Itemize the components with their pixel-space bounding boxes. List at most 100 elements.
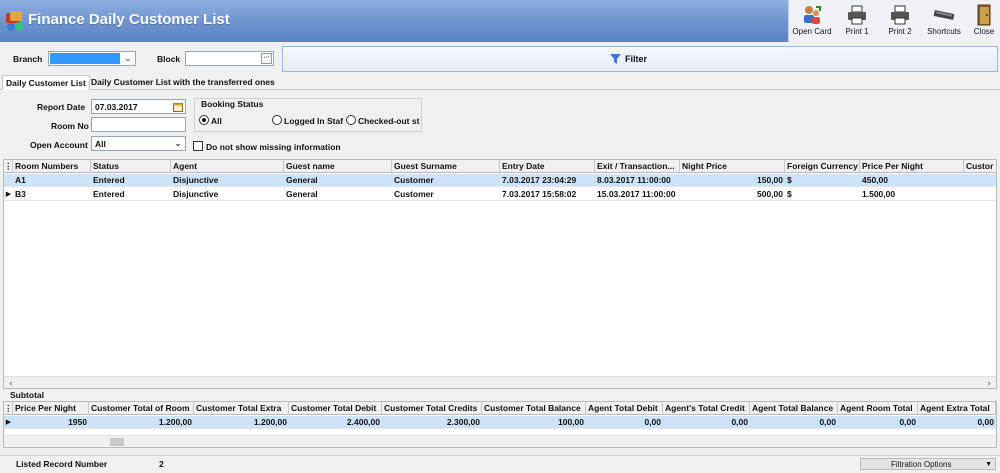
print-1-button[interactable]: Print 1 [837, 2, 877, 40]
radio-logged-in-label: Logged In Staf [284, 116, 344, 126]
cell-status: Entered [93, 189, 125, 199]
sub-cell-customer-total-credits: 2.300,00 [446, 417, 480, 427]
col-price-per-night[interactable]: Price Per Night [860, 160, 964, 173]
sub-cell-price-per-night: 1950 [68, 417, 87, 427]
report-date-input[interactable]: 07.03.2017 [91, 99, 186, 114]
col-agent[interactable]: Agent [171, 160, 284, 173]
sub-cell-customer-total-room: 1.200,00 [158, 417, 192, 427]
cell-guest-surname: Customer [394, 175, 434, 185]
radio-checked-out[interactable] [346, 115, 356, 125]
radio-all[interactable] [199, 115, 209, 125]
block-label: Block [157, 54, 181, 64]
subtotal-title: Subtotal [10, 390, 44, 400]
cell-entry-date: 7.03.2017 23:04:29 [502, 175, 577, 185]
col-sub-customer-total-room[interactable]: Customer Total of Room [89, 402, 194, 415]
row-pointer-icon: ▶ [5, 191, 12, 198]
calendar-icon[interactable] [173, 102, 183, 112]
branch-dropdown[interactable]: ⌄ [48, 51, 136, 66]
col-guest-name[interactable]: Guest name [284, 160, 392, 173]
room-no-label: Room No [51, 121, 89, 131]
sub-cell-customer-total-debit: 2.400,00 [346, 417, 380, 427]
open-account-dropdown[interactable]: All ⌄ [91, 136, 186, 151]
col-sub-customer-total-extra[interactable]: Customer Total Extra [194, 402, 289, 415]
grid-header: ⋮ Room Numbers Status Agent Guest name G… [4, 160, 996, 173]
missing-info-checkbox[interactable] [193, 141, 203, 151]
col-sub-agent-total-balance[interactable]: Agent Total Balance [750, 402, 838, 415]
customer-grid[interactable]: ⋮ Room Numbers Status Agent Guest name G… [3, 159, 997, 389]
cell-price-per-night: 1.500,00 [862, 189, 896, 199]
toolbar: Open Card Print 1 Print 2 Shortcuts Clos… [788, 0, 1000, 42]
print-2-button[interactable]: Print 2 [880, 2, 920, 40]
open-card-label: Open Card [792, 27, 832, 36]
table-row[interactable]: ▶ B3 Entered Disjunctive General Custome… [4, 188, 996, 201]
tab-daily-customer-list[interactable]: Daily Customer List [2, 75, 90, 90]
chevron-down-icon[interactable]: ⌄ [171, 137, 185, 150]
filtration-options-label: Filtration Options [891, 460, 952, 469]
open-account-label: Open Account [30, 140, 88, 150]
open-card-button[interactable]: Open Card [791, 2, 833, 40]
listed-record-label: Listed Record Number [16, 459, 108, 469]
col-sub-agent-total-credit[interactable]: Agent's Total Credit [663, 402, 750, 415]
sub-cell-customer-total-balance: 100,00 [558, 417, 584, 427]
subtotal-horizontal-scrollbar[interactable] [4, 435, 996, 447]
app-logo-icon [4, 9, 26, 33]
tab-daily-customer-list-transferred[interactable]: Daily Customer List with the transferred… [88, 75, 278, 90]
chevron-down-icon[interactable]: ⌄ [121, 52, 135, 65]
cell-price-per-night: 450,00 [862, 175, 888, 185]
shortcuts-button[interactable]: Shortcuts [922, 2, 966, 40]
cell-agent: Disjunctive [173, 175, 219, 185]
col-guest-surname[interactable]: Guest Surname [392, 160, 500, 173]
col-customer[interactable]: Custor [964, 160, 996, 173]
cell-exit-date: 8.03.2017 11:00:00 [597, 175, 671, 185]
col-night-price[interactable]: Night Price [680, 160, 785, 173]
sub-cell-agent-extra-total: 0,00 [977, 417, 994, 427]
col-foreign-currency[interactable]: Foreign Currency [785, 160, 860, 173]
column-chooser-icon[interactable]: ⋮ [4, 160, 13, 173]
radio-logged-in[interactable] [272, 115, 282, 125]
col-exit-transaction[interactable]: Exit / Transaction... [595, 160, 680, 173]
scroll-right-icon[interactable]: › [982, 377, 996, 388]
table-row[interactable]: A1 Entered Disjunctive General Customer … [4, 174, 996, 187]
cell-exit-date: 15.03.2017 11:00:00 [597, 189, 676, 199]
col-sub-customer-total-credits[interactable]: Customer Total Credits [382, 402, 482, 415]
col-sub-price-per-night[interactable]: Price Per Night [13, 402, 89, 415]
scroll-thumb[interactable] [110, 438, 124, 446]
col-status[interactable]: Status [91, 160, 171, 173]
cell-entry-date: 7.03.2017 15:58:02 [502, 189, 577, 199]
col-entry-date[interactable]: Entry Date [500, 160, 595, 173]
filter-button[interactable]: Filter [282, 46, 998, 72]
cell-room: B3 [15, 189, 26, 199]
sub-cell-agent-total-credit: 0,00 [731, 417, 748, 427]
printer-icon [848, 5, 866, 25]
sub-cell-agent-room-total: 0,00 [899, 417, 916, 427]
missing-info-label: Do not show missing information [206, 142, 341, 152]
open-card-icon [804, 6, 821, 24]
scroll-left-icon[interactable]: ‹ [4, 377, 18, 388]
subtotal-row[interactable]: ▶ 1950 1.200,00 1.200,00 2.400,00 2.300,… [4, 416, 996, 429]
col-room-numbers[interactable]: Room Numbers [13, 160, 91, 173]
cell-status: Entered [93, 175, 125, 185]
cell-agent: Disjunctive [173, 189, 219, 199]
cell-currency: $ [787, 189, 792, 199]
filtration-options-dropdown[interactable]: Filtration Options ▼ [860, 458, 996, 470]
branch-selection-highlight [50, 53, 120, 64]
grid-horizontal-scrollbar[interactable]: ‹ › [4, 376, 996, 388]
col-sub-customer-total-debit[interactable]: Customer Total Debit [289, 402, 382, 415]
ellipsis-picker-icon[interactable]: ⋯ [261, 53, 272, 64]
column-chooser-icon[interactable]: ⋮ [4, 402, 13, 415]
room-no-input[interactable] [91, 117, 186, 132]
report-date-value: 07.03.2017 [95, 102, 138, 112]
col-sub-agent-extra-total[interactable]: Agent Extra Total [918, 402, 996, 415]
col-sub-agent-total-debit[interactable]: Agent Total Debit [586, 402, 663, 415]
cell-night-price: 500,00 [757, 189, 783, 199]
subtotal-grid[interactable]: ⋮ Price Per Night Customer Total of Room… [3, 401, 997, 448]
col-sub-more[interactable]: I [996, 402, 997, 415]
block-input[interactable]: ⋯ [185, 51, 274, 66]
col-sub-agent-room-total[interactable]: Agent Room Total [838, 402, 918, 415]
subtotal-header: ⋮ Price Per Night Customer Total of Room… [4, 402, 997, 415]
close-button[interactable]: Close [969, 2, 999, 40]
funnel-icon [610, 54, 621, 64]
col-sub-customer-total-balance[interactable]: Customer Total Balance [482, 402, 586, 415]
open-account-value: All [95, 139, 106, 149]
chevron-down-icon: ▼ [985, 461, 992, 468]
